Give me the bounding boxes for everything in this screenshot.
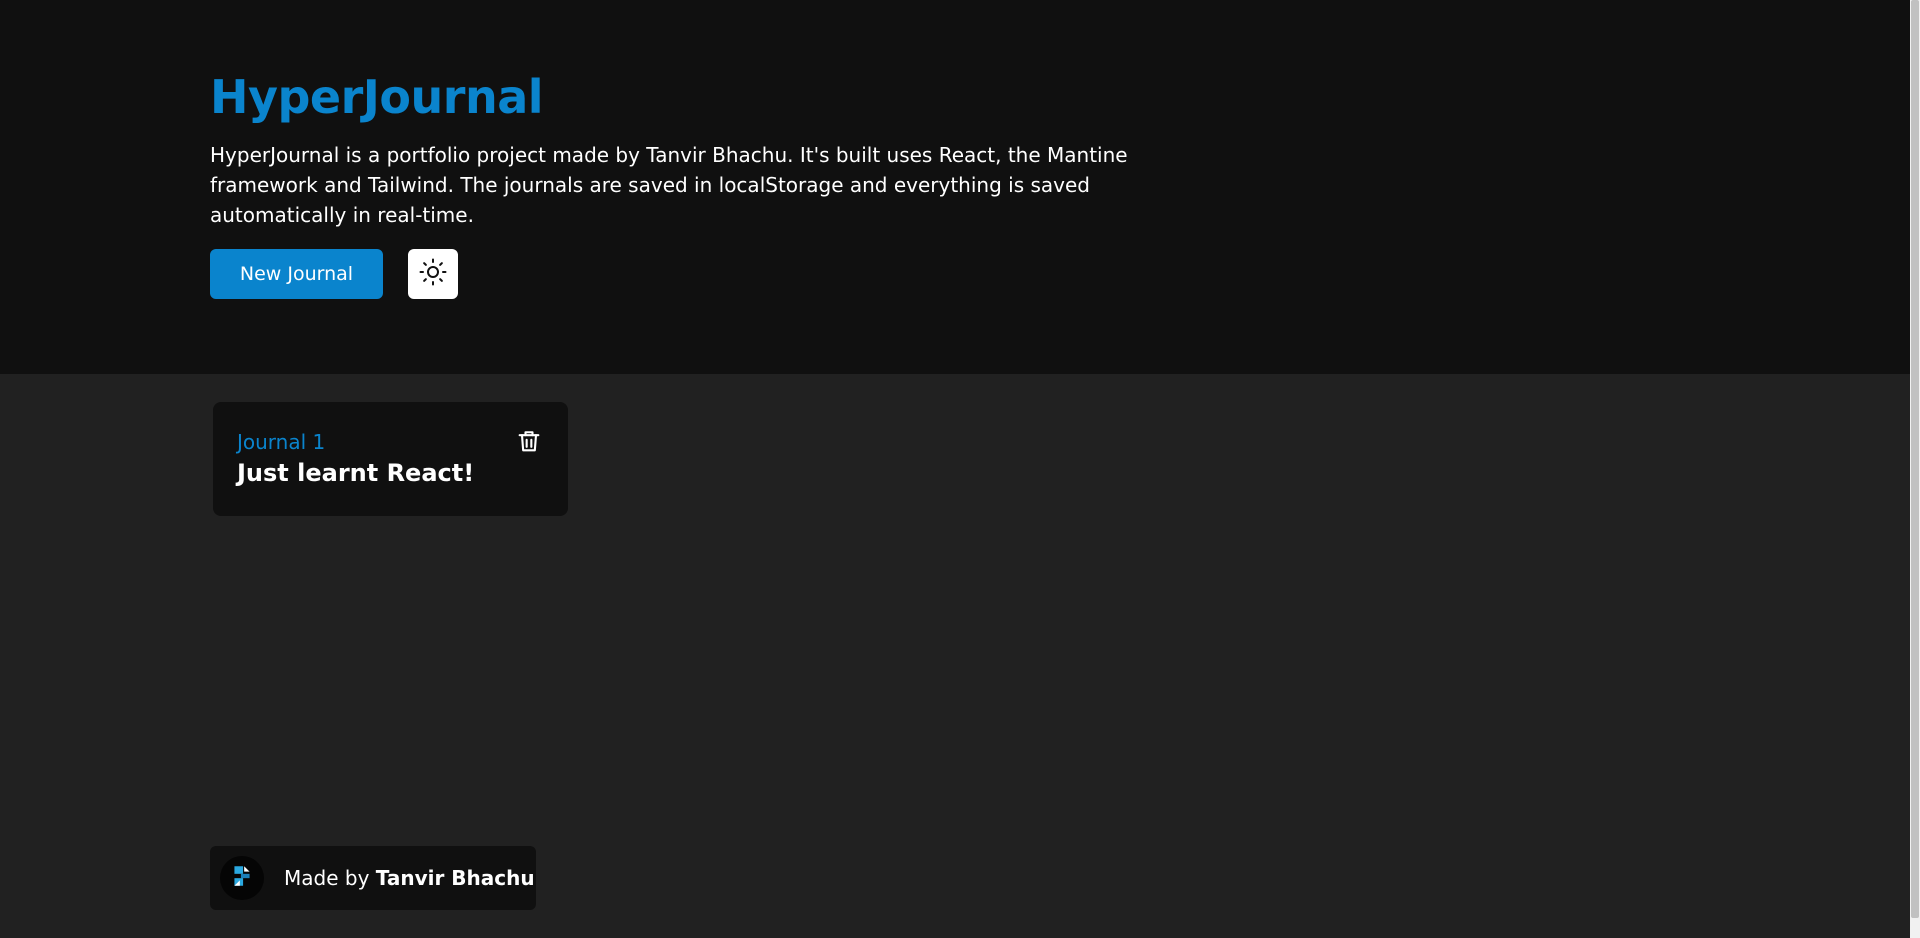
scrollbar-thumb[interactable]: [1911, 0, 1919, 918]
journal-card[interactable]: Journal 1 Just learnt React!: [213, 402, 568, 516]
hero-section: HyperJournal HyperJournal is a portfolio…: [0, 0, 1910, 374]
theme-toggle-button[interactable]: [408, 249, 458, 299]
journal-label: Journal 1: [237, 430, 326, 454]
app-title: HyperJournal: [210, 70, 544, 124]
app-description: HyperJournal is a portfolio project made…: [210, 143, 1128, 227]
sun-icon: [418, 257, 448, 291]
made-by-text: Made by Tanvir Bhachu: [284, 866, 535, 890]
new-journal-button[interactable]: New Journal: [210, 249, 383, 299]
made-by-prefix: Made by: [284, 866, 370, 890]
page: HyperJournal HyperJournal is a portfolio…: [0, 0, 1920, 938]
author-name: Tanvir Bhachu: [375, 866, 535, 890]
logo-icon: [229, 863, 255, 893]
avatar: [220, 856, 264, 900]
journal-title: Just learnt React!: [237, 459, 475, 487]
trash-icon: [515, 427, 543, 459]
made-by-badge[interactable]: Made by Tanvir Bhachu: [210, 846, 536, 910]
delete-journal-button[interactable]: [513, 427, 545, 459]
